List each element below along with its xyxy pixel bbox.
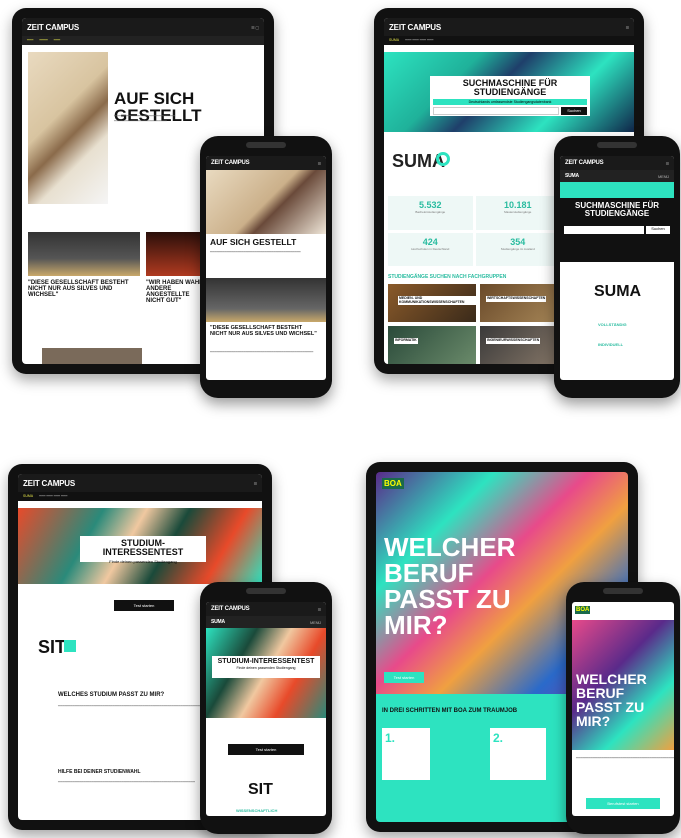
phone-search-area: SUCHMASCHINE FÜR STUDIENGÄNGE Suchen	[560, 198, 674, 262]
brand-logo[interactable]: ZEIT CAMPUS	[389, 23, 441, 32]
stat-ausland: 354 Studiengänge im Ausland	[475, 232, 560, 266]
search-button[interactable]: Suchen	[646, 226, 670, 234]
phone-zeit-campus: ZEIT CAMPUS ☰ AUF SICH GESTELLT ━━━━━━━━━…	[200, 136, 332, 398]
nav-bar: ━━━ ━━━━ ━━━	[22, 36, 264, 45]
sit-logo: SIT	[38, 637, 67, 657]
article-title-2[interactable]: "WIR HABEN WAHRE ANDERE ANGESTELLTE NICH…	[146, 280, 208, 304]
search-subtitle: Deutschlands umfassendste Studiengangsda…	[433, 99, 587, 105]
phone-header: ZEIT CAMPUS ☰	[206, 156, 326, 170]
phone-suma: ZEIT CAMPUS ☰ SUMA MENÜ SUCHMASCHINE FÜR S…	[554, 136, 680, 398]
stats-grid: 5.532 Bachelorstudiengänge 10.181 Masterst…	[388, 196, 560, 266]
article-image-2[interactable]	[146, 232, 208, 276]
suma-nav-logo[interactable]: SUMA	[389, 38, 399, 43]
stat-hochschulen: 424 Hochschulen in Deutschland	[388, 232, 473, 266]
article-image-1[interactable]	[28, 232, 140, 276]
search-card: SUCHMASCHINE FÜR STUDIENGÄNGE Deutschlan…	[430, 76, 590, 116]
phone-sit: ZEIT CAMPUS ☰ SUMA MENÜ STUDIUM-INTERESSEN…	[200, 582, 332, 834]
phone-article-title[interactable]: "DIESE GESELLSCHAFT BESTEHT NICHT NUR AU…	[210, 325, 320, 337]
menu-icon[interactable]: ☰	[626, 25, 630, 30]
category-tiles: MEDIEN- UND KOMMUNIKATIONSWISSENSCHAFTEN…	[388, 284, 568, 364]
phone-hero-image	[206, 170, 326, 234]
search-button[interactable]: Suchen	[561, 107, 587, 115]
section-heading-2: HILFE BEI DEINER STUDIENWAHL	[58, 769, 141, 775]
phone-tag-1: VOLLSTÄNDIG	[598, 322, 627, 327]
stat-master: 10.181 Masterstudiengänge	[475, 196, 560, 230]
article-image-3[interactable]	[42, 348, 142, 364]
hero-image-collage	[28, 52, 108, 204]
sit-title-card: STUDIUM-INTERESSENTEST Finde deinen pass…	[80, 536, 206, 564]
phone-article-image[interactable]	[206, 278, 326, 322]
step-card-2: 2.	[490, 728, 546, 780]
phone-tag-2: INDIVIDUELL	[598, 342, 624, 347]
search-title: SUCHMASCHINE FÜR STUDIENGÄNGE	[462, 78, 558, 97]
step-card-1: 1.	[382, 728, 430, 780]
menu-icon[interactable]: ☰ ▢	[251, 25, 259, 30]
category-tile[interactable]: INFORMATIK	[388, 326, 476, 364]
phone-screen: ZEIT CAMPUS ☰ AUF SICH GESTELLT ━━━━━━━━━…	[206, 156, 326, 380]
menu-label[interactable]: MENÜ	[658, 174, 669, 179]
phone-berufstest-button[interactable]: Berufstest starten	[586, 798, 660, 809]
boa-hero-title: WELCHER BERUF PASST ZU MIR?	[384, 532, 516, 640]
phone-boa: BOA WELCHER BERUF PASST ZU MIR? ━━━━━━━━…	[566, 582, 680, 834]
boa-logo[interactable]: BOA	[382, 478, 404, 489]
steps-title: IN DREI SCHRITTEN MIT BOA ZUM TRAUMJOB	[382, 708, 518, 714]
article-title-1[interactable]: "DIESE GESELLSCHAFT BESTEHT NICHT NUR AU…	[28, 280, 140, 298]
menu-icon[interactable]: ☰	[318, 161, 322, 166]
section-heading: STUDIENGÄNGE SUCHEN NACH FACHGRUPPEN	[388, 274, 507, 280]
test-start-button[interactable]: Test starten	[114, 600, 174, 611]
category-tile[interactable]: MEDIEN- UND KOMMUNIKATIONSWISSENSCHAFTEN	[388, 284, 476, 322]
brand-logo[interactable]: ZEIT CAMPUS	[27, 23, 79, 32]
stat-bachelor: 5.532 Bachelorstudiengänge	[388, 196, 473, 230]
phone-hero-title: WELCHER BERUF PASST ZU MIR?	[576, 671, 647, 729]
section-heading-1: WELCHES STUDIUM PASST ZU MIR?	[58, 692, 165, 698]
search-input[interactable]	[564, 226, 644, 234]
article-teaser: ━━━━━━━━━━━━━━━━━━━━━━━━━━━━━ ━━━━━━━━━━…	[114, 114, 176, 123]
header-bar: ZEIT CAMPUS ☰ ▢	[22, 18, 264, 36]
search-input[interactable]	[433, 107, 559, 115]
boa-test-button[interactable]: Test starten	[384, 672, 424, 683]
phone-test-button[interactable]: Test starten	[228, 744, 304, 755]
phone-headline[interactable]: AUF SICH GESTELLT	[210, 238, 320, 247]
